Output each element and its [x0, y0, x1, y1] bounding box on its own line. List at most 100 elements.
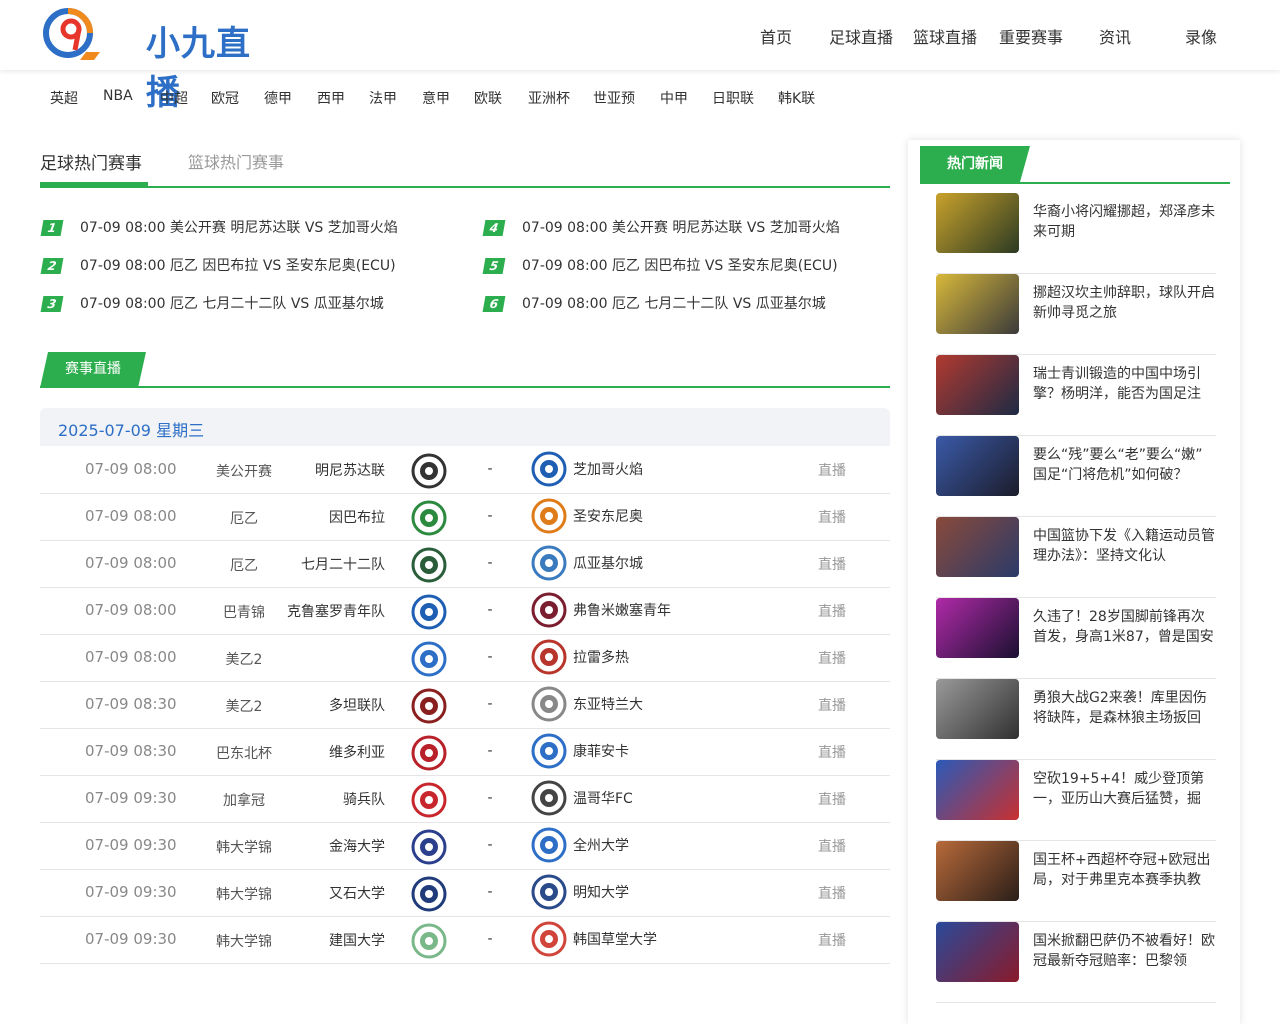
league-link[interactable]: 法甲	[369, 88, 397, 108]
match-time: 07-09 09:30	[85, 883, 177, 901]
match-time: 07-09 08:00	[85, 507, 177, 525]
news-title[interactable]: 勇狼大战G2来袭！库里因伤将缺阵，是森林狼主场扳回	[1033, 688, 1218, 730]
hot-match-text: 07-09 08:00 厄乙 因巴布拉 VS 圣安东尼奥(ECU)	[80, 258, 396, 274]
site-logo[interactable]: 小九直播	[42, 6, 272, 113]
home-team-logo-icon	[410, 782, 448, 818]
match-row[interactable]: 07-09 08:30 巴东北杯 维多利亚 - 康菲安卡 直播	[40, 729, 890, 776]
news-thumbnail[interactable]	[936, 760, 1019, 820]
nav-basketball-live[interactable]: 篮球直播	[913, 24, 977, 48]
live-link[interactable]: 直播	[818, 601, 846, 621]
live-link[interactable]: 直播	[818, 742, 846, 762]
news-thumbnail[interactable]	[936, 436, 1019, 496]
league-link[interactable]: 意甲	[422, 88, 450, 108]
match-row[interactable]: 07-09 08:00 美乙2 - 拉雷多热 直播	[40, 635, 890, 682]
news-title[interactable]: 空砍19+5+4！威少登顶第一，亚历山大赛后猛赞，掘	[1033, 769, 1218, 811]
home-team-name: 明尼苏达联	[315, 463, 385, 479]
away-team-logo-icon	[530, 780, 568, 816]
match-row[interactable]: 07-09 08:00 美公开赛 明尼苏达联 - 芝加哥火焰 直播	[40, 447, 890, 494]
news-item[interactable]: 国王杯+西超杯夺冠+欧冠出局，对于弗里克本赛季执教	[936, 841, 1216, 922]
away-team-name: 弗鲁米嫩塞青年	[573, 603, 671, 619]
live-link[interactable]: 直播	[818, 554, 846, 574]
news-title[interactable]: 挪超汉坎主帅辞职，球队开启新帅寻觅之旅	[1033, 283, 1218, 325]
match-score: -	[487, 461, 493, 477]
home-team-logo-icon	[410, 547, 448, 583]
hot-match-text: 07-09 08:00 美公开赛 明尼苏达联 VS 芝加哥火焰	[80, 220, 398, 236]
away-team-name: 东亚特兰大	[573, 697, 643, 713]
news-item[interactable]: 勇狼大战G2来袭！库里因伤将缺阵，是森林狼主场扳回	[936, 679, 1216, 760]
match-time: 07-09 08:00	[85, 648, 177, 666]
news-item[interactable]: 华裔小将闪耀挪超，郑泽彦未来可期	[936, 193, 1216, 274]
league-link[interactable]: 中甲	[660, 88, 688, 108]
match-row[interactable]: 07-09 08:00 厄乙 七月二十二队 - 瓜亚基尔城 直播	[40, 541, 890, 588]
live-link[interactable]: 直播	[818, 460, 846, 480]
match-row[interactable]: 07-09 09:30 韩大学锦 金海大学 - 全州大学 直播	[40, 823, 890, 870]
live-link[interactable]: 直播	[818, 695, 846, 715]
tab-basketball-hot[interactable]: 篮球热门赛事	[188, 149, 284, 173]
news-title[interactable]: 华裔小将闪耀挪超，郑泽彦未来可期	[1033, 202, 1218, 244]
league-link[interactable]: 英超	[50, 88, 78, 108]
rank-badge: 1	[40, 220, 64, 236]
news-title[interactable]: 瑞士青训锻造的中国中场引擎？杨明洋，能否为国足注	[1033, 364, 1218, 406]
live-link[interactable]: 直播	[818, 789, 846, 809]
match-league: 厄乙	[230, 511, 258, 527]
away-team-logo-icon	[530, 827, 568, 863]
news-title[interactable]: 中国篮协下发《入籍运动员管理办法》：坚持文化认	[1033, 526, 1218, 568]
news-thumbnail[interactable]	[936, 274, 1019, 334]
news-thumbnail[interactable]	[936, 841, 1019, 901]
news-item[interactable]: 国米掀翻巴萨仍不被看好！欧冠最新夺冠赔率：巴黎领	[936, 922, 1216, 1003]
league-link[interactable]: 西甲	[317, 88, 345, 108]
match-score: -	[487, 743, 493, 759]
nav-major-events[interactable]: 重要赛事	[999, 24, 1063, 48]
match-row[interactable]: 07-09 08:00 厄乙 因巴布拉 - 圣安东尼奥 直播	[40, 494, 890, 541]
league-link[interactable]: 日职联	[712, 88, 754, 108]
league-link[interactable]: 世亚预	[593, 88, 635, 108]
live-link[interactable]: 直播	[818, 648, 846, 668]
news-title[interactable]: 久违了！28岁国脚前锋再次首发，身高1米87，曾是国安	[1033, 607, 1218, 649]
nav-home[interactable]: 首页	[760, 24, 792, 48]
league-link[interactable]: 欧联	[474, 88, 502, 108]
live-link[interactable]: 直播	[818, 836, 846, 856]
nav-news[interactable]: 资讯	[1099, 24, 1131, 48]
news-thumbnail[interactable]	[936, 598, 1019, 658]
live-link[interactable]: 直播	[818, 883, 846, 903]
league-link[interactable]: 韩K联	[778, 88, 815, 108]
match-row[interactable]: 07-09 09:30 韩大学锦 又石大学 - 明知大学 直播	[40, 870, 890, 917]
live-link[interactable]: 直播	[818, 507, 846, 527]
match-time: 07-09 08:00	[85, 460, 177, 478]
away-team-name: 韩国草堂大学	[573, 932, 657, 948]
league-link[interactable]: 德甲	[264, 88, 292, 108]
league-link[interactable]: 中超	[160, 88, 188, 108]
match-row[interactable]: 07-09 08:00 巴青锦 克鲁塞罗青年队 - 弗鲁米嫩塞青年 直播	[40, 588, 890, 635]
away-team-logo-icon	[530, 733, 568, 769]
match-league: 巴东北杯	[216, 746, 272, 762]
news-title[interactable]: 国王杯+西超杯夺冠+欧冠出局，对于弗里克本赛季执教	[1033, 850, 1218, 892]
news-title[interactable]: 要么“残”要么“老”要么“嫩” 国足“门将危机”如何破？	[1033, 445, 1218, 487]
news-item[interactable]: 久违了！28岁国脚前锋再次首发，身高1米87，曾是国安	[936, 598, 1216, 679]
league-link[interactable]: NBA	[103, 88, 133, 104]
nav-replay[interactable]: 录像	[1185, 24, 1217, 48]
news-thumbnail[interactable]	[936, 193, 1019, 253]
home-team-logo-icon	[410, 500, 448, 536]
away-team-name: 圣安东尼奥	[573, 509, 643, 525]
match-row[interactable]: 07-09 09:30 加拿冠 骑兵队 - 温哥华FC 直播	[40, 776, 890, 823]
news-item[interactable]: 要么“残”要么“老”要么“嫩” 国足“门将危机”如何破？	[936, 436, 1216, 517]
hot-news-sidebar: 热门新闻 华裔小将闪耀挪超，郑泽彦未来可期 挪超汉坎主帅辞职，球队开启新帅寻觅之旅…	[908, 140, 1240, 1024]
news-thumbnail[interactable]	[936, 922, 1019, 982]
news-thumbnail[interactable]	[936, 355, 1019, 415]
news-thumbnail[interactable]	[936, 679, 1019, 739]
news-item[interactable]: 挪超汉坎主帅辞职，球队开启新帅寻觅之旅	[936, 274, 1216, 355]
nav-football-live[interactable]: 足球直播	[829, 24, 893, 48]
news-title[interactable]: 国米掀翻巴萨仍不被看好！欧冠最新夺冠赔率：巴黎领	[1033, 931, 1218, 973]
away-team-logo-icon	[530, 498, 568, 534]
news-thumbnail[interactable]	[936, 517, 1019, 577]
news-item[interactable]: 空砍19+5+4！威少登顶第一，亚历山大赛后猛赞，掘	[936, 760, 1216, 841]
match-row[interactable]: 07-09 08:30 美乙2 多坦联队 - 东亚特兰大 直播	[40, 682, 890, 729]
league-link[interactable]: 亚洲杯	[528, 88, 570, 108]
match-row[interactable]: 07-09 09:30 韩大学锦 建国大学 - 韩国草堂大学 直播	[40, 917, 890, 964]
news-item[interactable]: 瑞士青训锻造的中国中场引擎？杨明洋，能否为国足注	[936, 355, 1216, 436]
home-team-name: 骑兵队	[343, 792, 385, 808]
news-item[interactable]: 中国篮协下发《入籍运动员管理办法》：坚持文化认	[936, 517, 1216, 598]
league-link[interactable]: 欧冠	[211, 88, 239, 108]
live-link[interactable]: 直播	[818, 930, 846, 950]
tab-football-hot[interactable]: 足球热门赛事	[40, 149, 142, 174]
